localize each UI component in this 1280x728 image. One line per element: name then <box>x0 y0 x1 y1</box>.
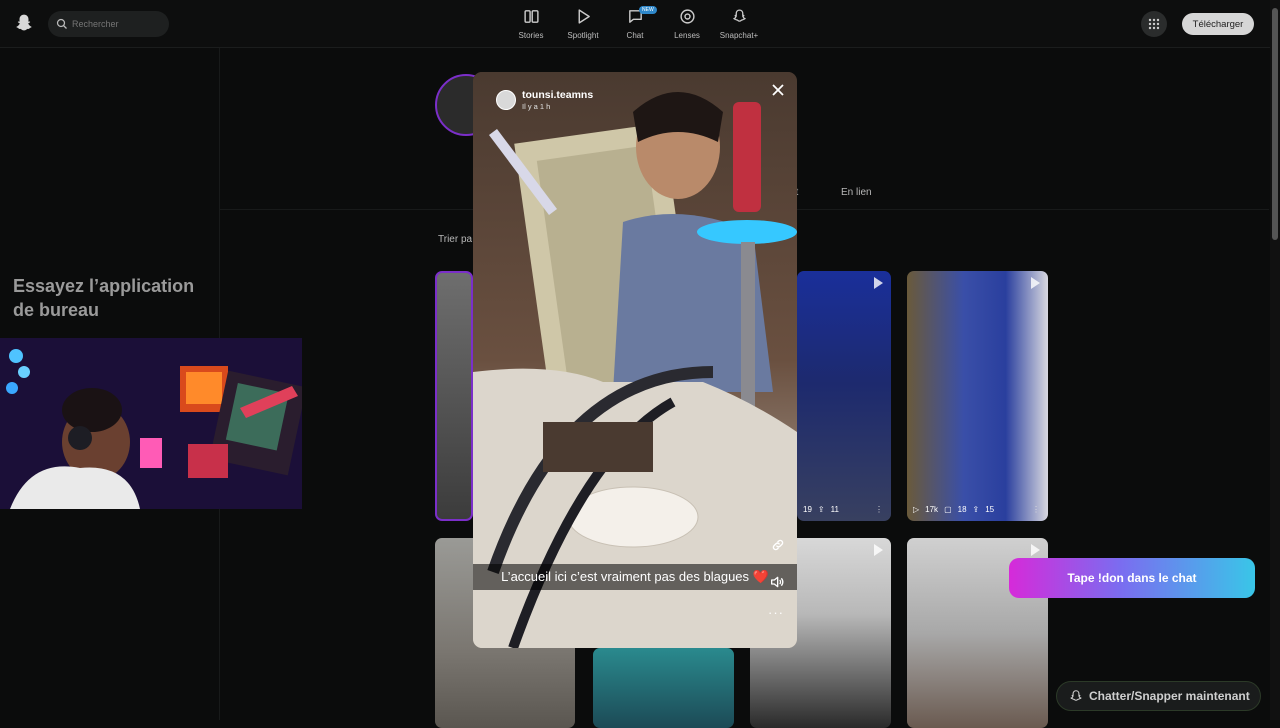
nav-lenses[interactable]: Lenses <box>661 8 713 40</box>
nav-label: Snapchat+ <box>719 31 759 40</box>
video-tile[interactable]: 19 ⇪ 11 ⋮ <box>797 271 891 521</box>
views-count: 17k <box>925 505 939 514</box>
desktop-app-promo-title: Essayez l’application de bureau <box>13 276 195 320</box>
nav-stories[interactable]: Stories <box>505 8 557 40</box>
tile-stats: ▷ 17k ▢ 18 ⇪ 15 <box>913 505 994 514</box>
story-avatar[interactable] <box>496 90 516 110</box>
tab-linked[interactable]: En lien <box>841 187 872 198</box>
video-tile[interactable]: ▷ 17k ▢ 18 ⇪ 15 ⋮ <box>907 271 1048 521</box>
story-username[interactable]: tounsi.teamns <box>522 89 593 101</box>
shares-count: 11 <box>830 505 839 514</box>
close-icon[interactable] <box>769 81 787 99</box>
more-options-icon[interactable]: ··· <box>768 605 784 620</box>
video-tile[interactable] <box>435 271 473 521</box>
comments-count: 18 <box>957 505 967 514</box>
nav-chat[interactable]: NEW Chat <box>609 6 661 40</box>
play-icon <box>874 277 883 289</box>
page-scrollbar[interactable] <box>1270 0 1280 720</box>
shares-count: 15 <box>985 505 995 514</box>
tile-stats: 19 ⇪ 11 <box>803 505 839 514</box>
nav-label: Lenses <box>674 31 700 40</box>
play-icon <box>874 544 883 556</box>
chat-now-label: Chatter/Snapper maintenant <box>1089 689 1250 703</box>
play-icon <box>1031 544 1040 556</box>
new-badge: NEW <box>639 6 657 14</box>
ghost-icon <box>1070 690 1082 701</box>
stories-icon <box>523 10 539 23</box>
main-nav: Stories Spotlight NEW Chat Lenses Snapch… <box>505 6 765 40</box>
play-icon <box>578 9 590 24</box>
snapchat-logo-icon[interactable] <box>14 13 34 33</box>
comment-icon: ▢ <box>944 505 952 514</box>
video-tile[interactable] <box>593 648 734 728</box>
share-icon: ⇪ <box>817 505 825 514</box>
story-header: tounsi.teamns Il y a 1 h <box>496 89 593 111</box>
sort-label[interactable]: Trier pa <box>438 234 472 245</box>
story-media <box>473 72 797 648</box>
more-icon[interactable]: ⋮ <box>875 505 883 514</box>
scrollbar-thumb[interactable] <box>1272 8 1278 240</box>
share-icon: ⇪ <box>972 505 980 514</box>
play-count-icon: ▷ <box>913 505 920 514</box>
views-count: 19 <box>803 505 812 514</box>
top-bar: Stories Spotlight NEW Chat Lenses Snapch… <box>0 0 1280 48</box>
webcam-scene <box>0 338 302 509</box>
download-button[interactable]: Télécharger <box>1182 13 1254 35</box>
more-icon[interactable]: ⋮ <box>1032 505 1040 514</box>
nav-snapchat-plus[interactable]: Snapchat+ <box>713 8 765 40</box>
snapchat-plus-icon <box>732 9 746 22</box>
lenses-icon <box>679 9 695 24</box>
nav-label: Chat <box>626 31 644 40</box>
search-icon <box>56 18 67 29</box>
story-timestamp: Il y a 1 h <box>522 102 551 111</box>
chat-now-button[interactable]: Chatter/Snapper maintenant <box>1056 681 1261 711</box>
donation-cta-banner: Tape !don dans le chat <box>1009 558 1255 598</box>
link-icon[interactable] <box>771 538 785 552</box>
play-icon <box>1031 277 1040 289</box>
nav-label: Stories <box>518 31 544 40</box>
nav-label: Spotlight <box>567 31 599 40</box>
streamer-webcam <box>0 338 302 509</box>
volume-icon[interactable] <box>769 574 785 590</box>
apps-grid-button[interactable] <box>1141 11 1167 37</box>
search-bar[interactable] <box>48 11 169 37</box>
grid-icon <box>1148 18 1160 30</box>
nav-spotlight[interactable]: Spotlight <box>557 8 609 40</box>
search-input[interactable] <box>72 19 162 29</box>
story-viewer[interactable]: tounsi.teamns Il y a 1 h L’accueil ici c… <box>473 72 797 648</box>
story-caption: L’accueil ici c’est vraiment pas des bla… <box>473 564 797 590</box>
